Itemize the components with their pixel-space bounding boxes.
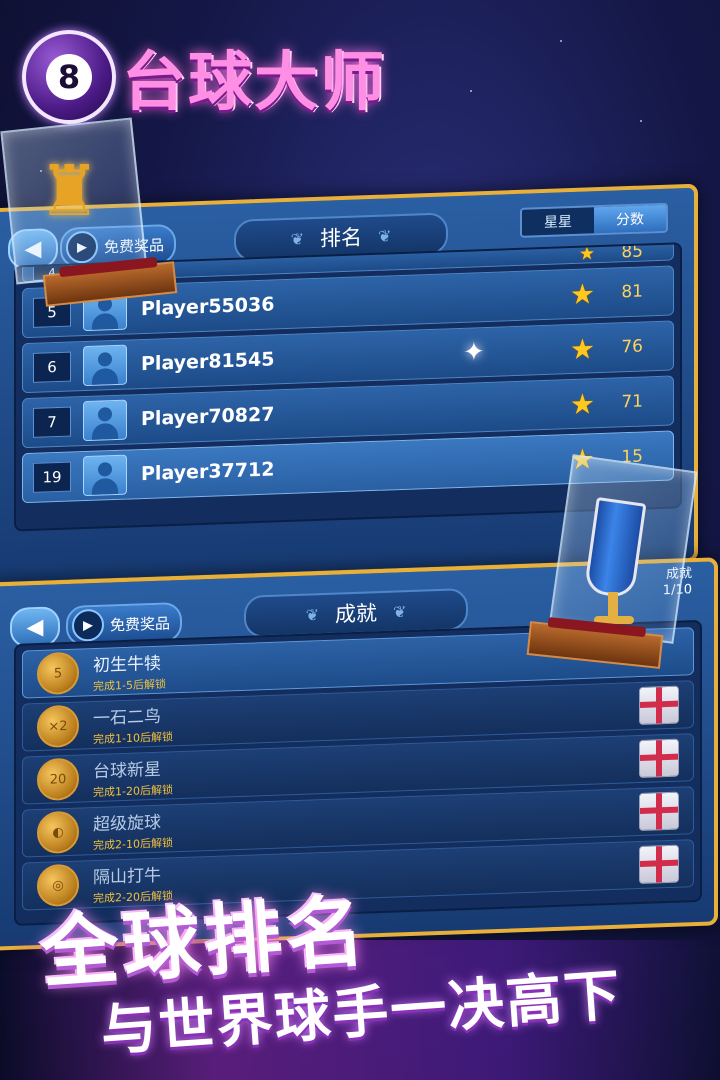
cup-stem xyxy=(608,592,618,618)
achievement-title: 一石二鸟 xyxy=(93,706,161,729)
free-reward-label: 免费奖品 xyxy=(110,613,171,635)
tab-score[interactable]: 分数 xyxy=(594,204,666,234)
player-name: Player55036 xyxy=(141,293,275,321)
avatar-icon xyxy=(83,454,127,497)
avatar-icon xyxy=(83,344,127,387)
app-title: 台球大师 xyxy=(122,46,386,120)
app-logo: 8 台球大师 xyxy=(22,30,386,124)
avatar-icon xyxy=(83,399,127,442)
lion-trophy-icon: ♜ xyxy=(38,150,101,232)
sparkle-icon: ✦ xyxy=(463,337,485,368)
play-icon: ▶ xyxy=(72,608,104,642)
achievement-condition: 完成1-5后解锁 xyxy=(93,677,166,693)
rank-badge: 6 xyxy=(33,351,71,383)
achievement-title: 初生牛犊 xyxy=(93,653,161,676)
coin-icon: 5 xyxy=(37,651,79,696)
achievement-condition: 完成2-10后解锁 xyxy=(93,835,173,852)
rank-badge: 19 xyxy=(33,461,71,493)
player-name: Player37712 xyxy=(141,458,275,486)
score-value: 81 xyxy=(621,281,643,303)
leaderboard-title-text: 排名 xyxy=(320,225,362,251)
achievement-title: 台球新星 xyxy=(93,759,161,782)
achievement-title: 超级旋球 xyxy=(93,812,161,835)
star-icon: ★ xyxy=(569,386,595,421)
laurel-right-icon: ❦ xyxy=(393,601,407,622)
star-icon: ★ xyxy=(578,242,595,265)
achievements-title-text: 成就 xyxy=(335,601,377,627)
player-name: Player81545 xyxy=(141,348,275,376)
achievement-condition: 完成1-10后解锁 xyxy=(93,729,173,746)
score-value: 76 xyxy=(621,336,643,358)
gift-icon[interactable] xyxy=(639,844,679,885)
gift-icon[interactable] xyxy=(639,791,679,832)
laurel-left-icon: ❦ xyxy=(305,604,319,625)
laurel-right-icon: ❦ xyxy=(378,225,392,246)
score-value: 85 xyxy=(621,242,643,263)
coin-icon: ×2 xyxy=(37,704,79,749)
eight-ball-icon: 8 xyxy=(22,30,116,124)
back-arrow-icon: ◀ xyxy=(26,614,44,640)
coin-icon: ◐ xyxy=(37,810,79,855)
tab-stars[interactable]: 星星 xyxy=(522,207,594,236)
player-name: Player70827 xyxy=(141,403,275,431)
star-icon: ★ xyxy=(569,276,595,311)
achievement-condition: 完成1-20后解锁 xyxy=(93,782,173,799)
score-value: 71 xyxy=(621,391,643,413)
laurel-left-icon: ❦ xyxy=(290,228,304,249)
leaderboard-tabs: 星星 分数 xyxy=(520,202,668,238)
gift-icon[interactable] xyxy=(639,685,679,726)
gift-icon[interactable] xyxy=(639,738,679,779)
rank-badge: 7 xyxy=(33,406,71,438)
coin-icon: 20 xyxy=(37,757,79,802)
star-icon: ★ xyxy=(569,331,595,366)
